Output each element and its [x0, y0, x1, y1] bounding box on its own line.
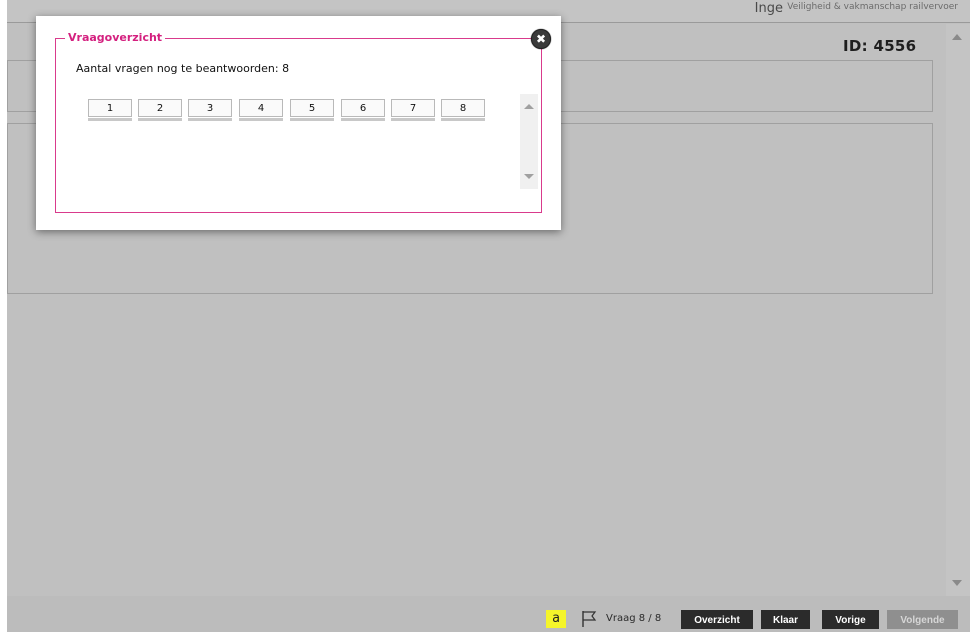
close-icon[interactable]: ✖ [531, 29, 551, 49]
done-button[interactable]: Klaar [761, 610, 810, 629]
question-button-7[interactable]: 7 [391, 99, 435, 121]
modal-scroll-up-icon[interactable] [524, 104, 534, 109]
main-scrollbar[interactable] [946, 24, 970, 596]
course-title: Veiligheid & vakmanschap railvervoer [787, 2, 958, 12]
question-button-8[interactable]: 8 [441, 99, 485, 121]
question-button-6[interactable]: 6 [341, 99, 385, 121]
question-button-3[interactable]: 3 [188, 99, 232, 121]
scroll-down-icon[interactable] [952, 580, 962, 586]
question-button-1[interactable]: 1 [88, 99, 132, 121]
modal-scrollbar[interactable] [520, 94, 538, 189]
overview-button[interactable]: Overzicht [681, 610, 753, 629]
next-button: Volgende [887, 610, 958, 629]
question-button-4[interactable]: 4 [239, 99, 283, 121]
question-overview-modal: Vraagoverzicht ✖ Aantal vragen nog te be… [36, 16, 561, 230]
user-name: Inge [754, 1, 783, 16]
remaining-questions-text: Aantal vragen nog te beantwoorden: 8 [76, 62, 290, 75]
question-counter: Vraag 8 / 8 [606, 613, 662, 624]
flag-icon[interactable] [580, 610, 598, 628]
question-button-5[interactable]: 5 [290, 99, 334, 121]
previous-button[interactable]: Vorige [822, 610, 879, 629]
left-rail [0, 0, 7, 632]
modal-scroll-down-icon[interactable] [524, 174, 534, 179]
modal-title: Vraagoverzicht [65, 30, 166, 46]
question-button-2[interactable]: 2 [138, 99, 182, 121]
font-size-button[interactable]: a [546, 610, 566, 628]
question-id: ID: 4556 [843, 37, 917, 55]
scroll-up-icon[interactable] [952, 34, 962, 40]
